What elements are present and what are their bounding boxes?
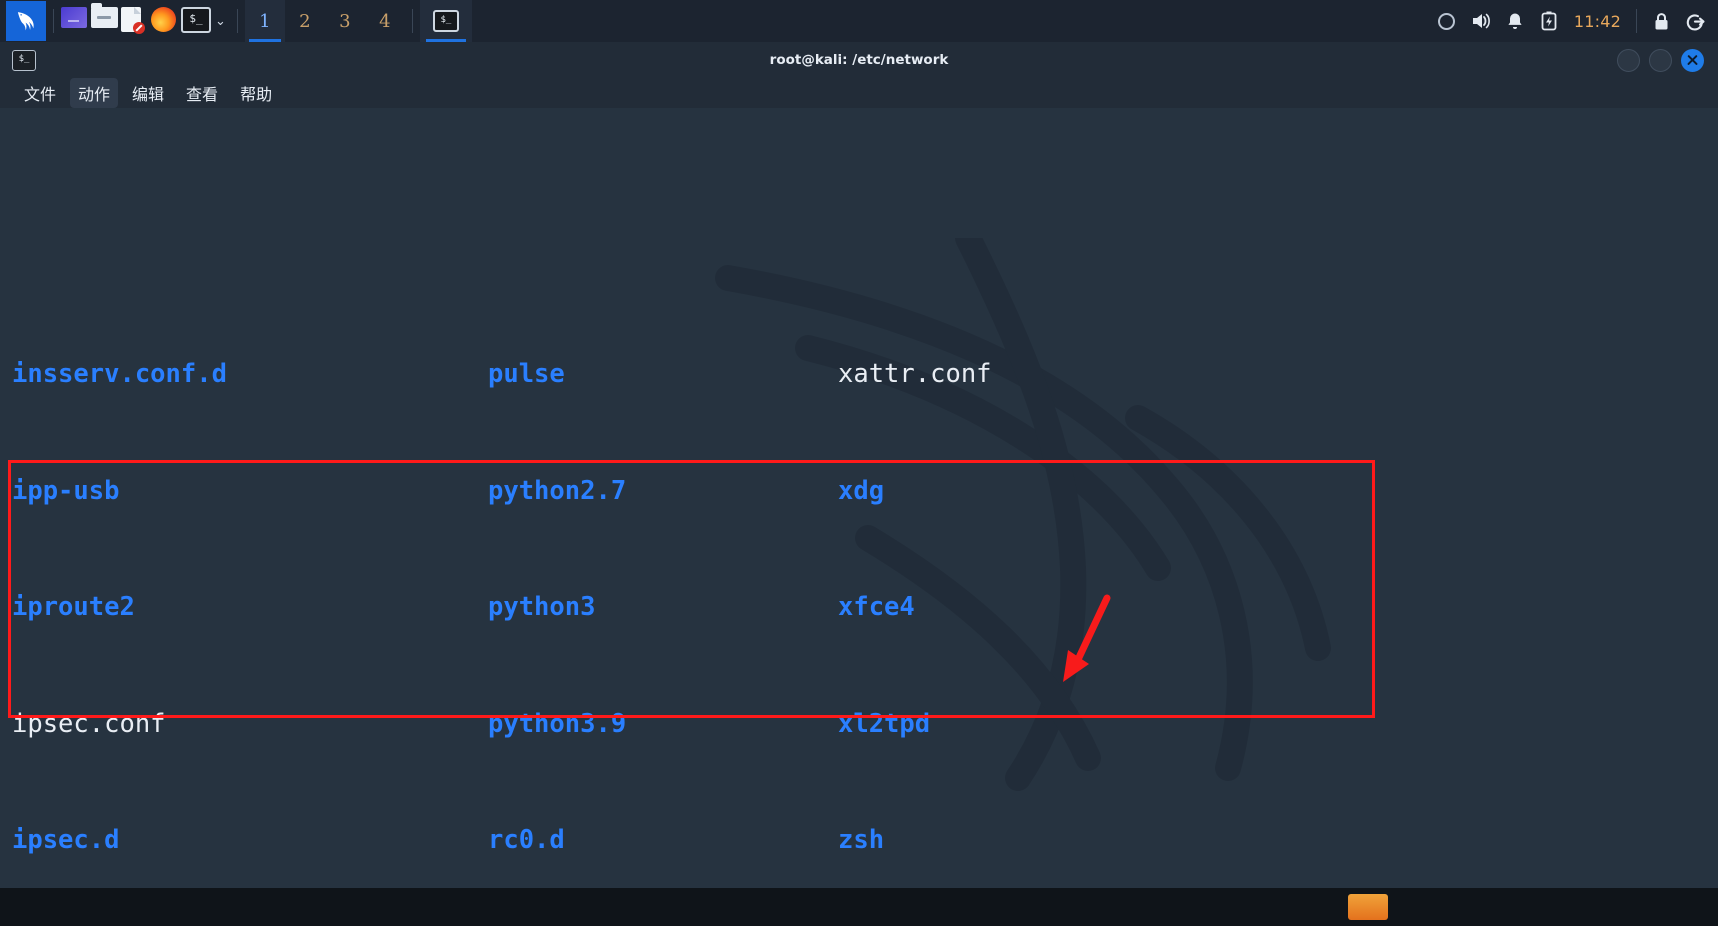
ls-entry: rc0.d bbox=[488, 825, 565, 855]
ls-entry: xfce4 bbox=[838, 592, 915, 622]
workspace-3[interactable]: 3 bbox=[325, 0, 365, 42]
notification-bell-icon[interactable] bbox=[1498, 0, 1532, 42]
logout-icon[interactable] bbox=[1678, 0, 1712, 42]
kali-dragon-glyph bbox=[17, 12, 34, 31]
file-manager-icon[interactable] bbox=[91, 3, 121, 35]
window-terminal-icon: $_ bbox=[12, 49, 36, 71]
firefox-icon[interactable] bbox=[151, 7, 181, 35]
ls-entry: ipsec.d bbox=[12, 825, 120, 855]
terminal-window: $_ root@kali: /etc/network 文件 动作 编辑 查看 帮… bbox=[0, 42, 1718, 926]
menu-actions[interactable]: 动作 bbox=[70, 78, 119, 108]
ls-entry: python2.7 bbox=[488, 475, 627, 506]
panel-divider bbox=[53, 9, 54, 33]
ls-column-3: xattr.conf xdg xfce4 xl2tpd zsh zsh_comm… bbox=[838, 276, 1718, 926]
terminal-icon[interactable]: $_ bbox=[181, 7, 211, 35]
ls-entry: ipsec.conf bbox=[12, 708, 166, 739]
ls-entry: ipp-usb bbox=[12, 475, 120, 506]
workspace-switcher: 1 2 3 4 bbox=[244, 0, 405, 42]
volume-icon[interactable] bbox=[1464, 0, 1498, 42]
display-icon[interactable] bbox=[61, 7, 91, 35]
text-editor-icon[interactable] bbox=[121, 7, 151, 35]
ls-entry: insserv.conf.d bbox=[12, 359, 227, 389]
ls-output-etc: insserv.conf.d ipp-usb iproute2 ipsec.co… bbox=[12, 276, 1718, 926]
window-controls bbox=[1617, 48, 1718, 72]
ls-entry: pulse bbox=[488, 359, 565, 389]
panel-divider bbox=[236, 9, 238, 33]
battery-icon[interactable] bbox=[1532, 0, 1566, 42]
ls-entry: zsh bbox=[838, 825, 885, 855]
panel-divider bbox=[1636, 9, 1637, 33]
panel-launchers: $_ ⌄ 1 2 3 4 $_ bbox=[6, 0, 472, 42]
close-button[interactable] bbox=[1681, 48, 1704, 72]
ls-entry: xdg bbox=[838, 475, 885, 506]
system-tray: 11:42 bbox=[1430, 0, 1712, 42]
desktop-screen: $_ ⌄ 1 2 3 4 $_ 11:42 $_ root@kali: /etc… bbox=[0, 0, 1718, 926]
menu-file[interactable]: 文件 bbox=[16, 78, 64, 108]
menu-view[interactable]: 查看 bbox=[178, 78, 226, 108]
menu-bar: 文件 动作 编辑 查看 帮助 bbox=[0, 78, 1718, 108]
ls-column-1: insserv.conf.d ipp-usb iproute2 ipsec.co… bbox=[12, 276, 488, 926]
ls-entry: iproute2 bbox=[12, 592, 135, 622]
taskbar-item-terminal[interactable]: $_ bbox=[419, 0, 472, 42]
workspace-1[interactable]: 1 bbox=[244, 0, 285, 42]
menu-help[interactable]: 帮助 bbox=[232, 78, 280, 108]
ls-entry: python3.9 bbox=[488, 708, 627, 739]
minimize-button[interactable] bbox=[1617, 48, 1640, 72]
workspace-4[interactable]: 4 bbox=[365, 0, 405, 42]
panel-divider bbox=[411, 9, 413, 33]
maximize-button[interactable] bbox=[1649, 48, 1672, 72]
terminal-text: insserv.conf.d ipp-usb iproute2 ipsec.co… bbox=[0, 108, 1718, 926]
clock[interactable]: 11:42 bbox=[1566, 12, 1629, 31]
ls-entry: xl2tpd bbox=[838, 708, 931, 739]
window-titlebar[interactable]: $_ root@kali: /etc/network bbox=[0, 42, 1718, 78]
chevron-down-icon[interactable]: ⌄ bbox=[211, 14, 230, 29]
ls-column-2: pulse python2.7 python3 python3.9 rc0.d … bbox=[488, 276, 838, 926]
window-title: root@kali: /etc/network bbox=[769, 52, 949, 68]
sync-icon[interactable] bbox=[1430, 0, 1464, 42]
terminal-body[interactable]: insserv.conf.d ipp-usb iproute2 ipsec.co… bbox=[0, 108, 1718, 926]
desktop-app-icon[interactable] bbox=[1348, 894, 1388, 920]
top-panel: $_ ⌄ 1 2 3 4 $_ 11:42 bbox=[0, 0, 1718, 42]
menu-edit[interactable]: 编辑 bbox=[124, 78, 172, 108]
workspace-2[interactable]: 2 bbox=[285, 0, 325, 42]
kali-menu-icon[interactable] bbox=[6, 1, 46, 41]
lock-icon[interactable] bbox=[1644, 0, 1678, 42]
ls-entry: xattr.conf bbox=[838, 359, 992, 389]
desktop-bottom-strip bbox=[0, 888, 1718, 926]
ls-entry: python3 bbox=[488, 592, 596, 622]
